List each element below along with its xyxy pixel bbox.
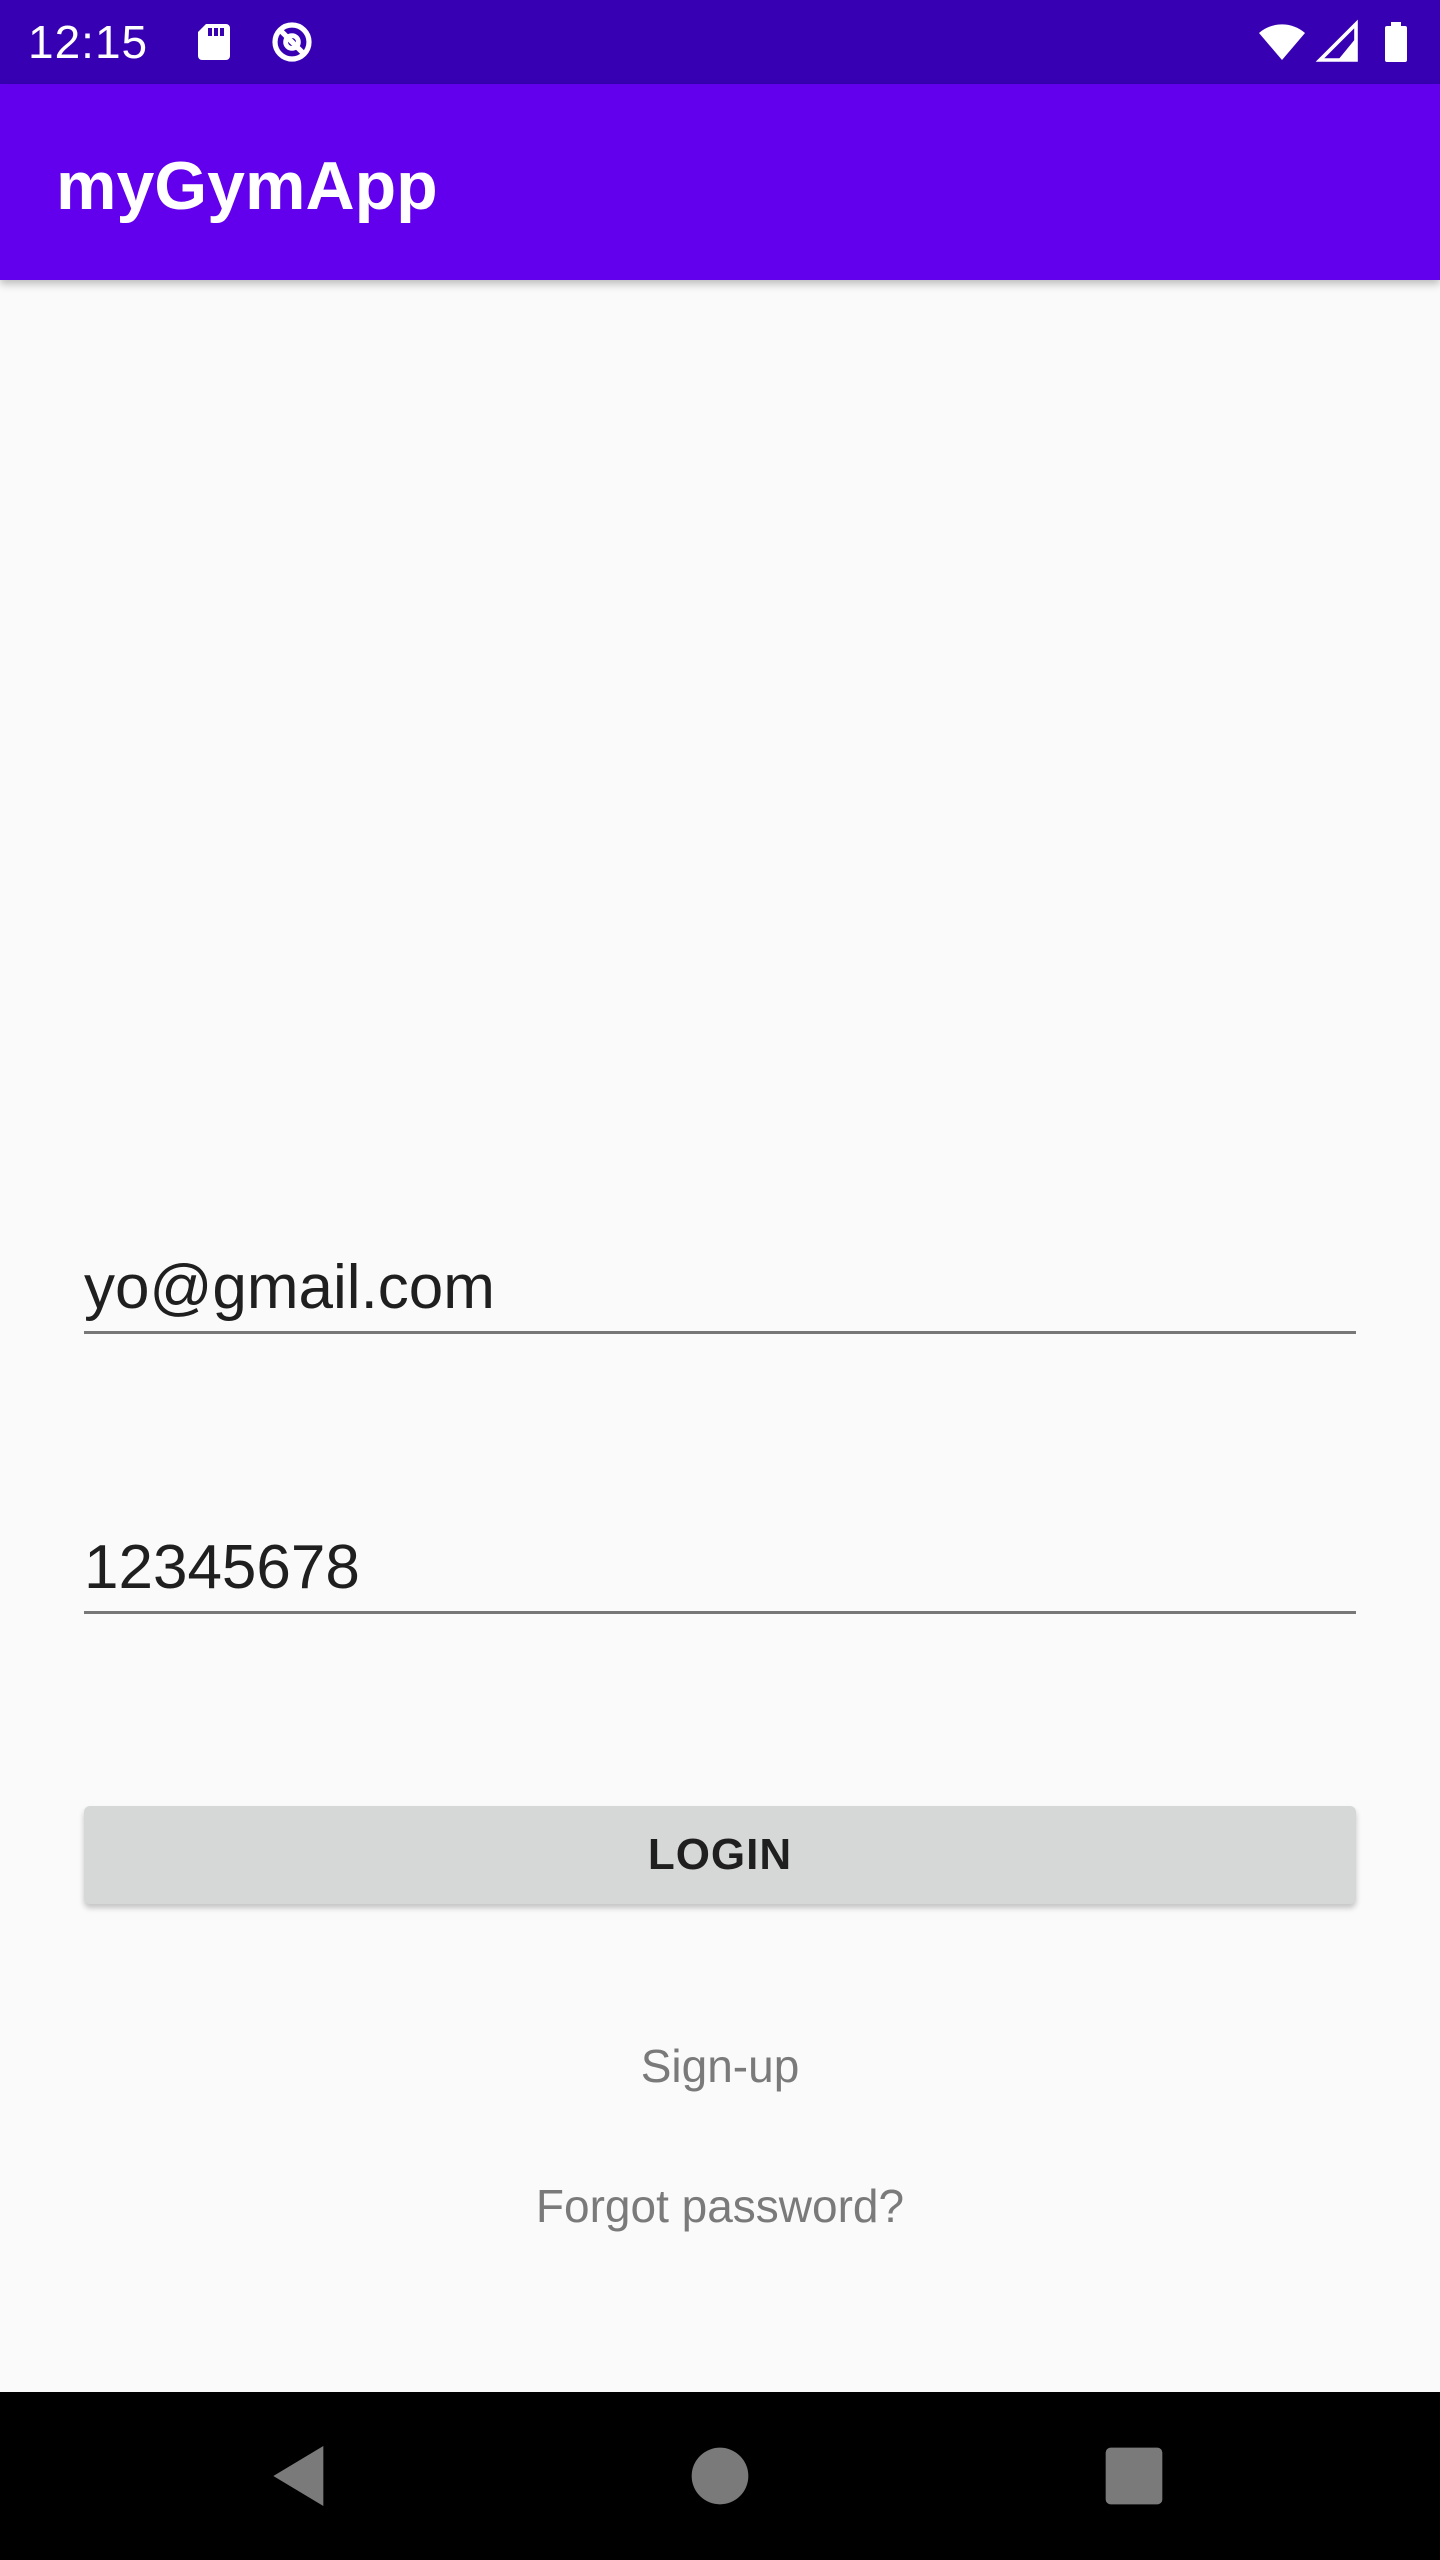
home-icon[interactable] — [680, 2436, 760, 2516]
recents-icon[interactable] — [1094, 2436, 1174, 2516]
login-screen: 12:15 myGymApp LOGIN — [0, 0, 1440, 2560]
signup-link[interactable]: Sign-up — [0, 2038, 1440, 2094]
app-title: myGymApp — [56, 148, 438, 224]
app-bar: myGymApp — [0, 84, 1440, 280]
navigation-bar — [0, 2392, 1440, 2560]
email-field[interactable] — [84, 1244, 1356, 1334]
status-time: 12:15 — [28, 16, 149, 68]
back-icon[interactable] — [260, 2436, 340, 2516]
password-field[interactable] — [84, 1524, 1356, 1614]
status-bar: 12:15 — [0, 0, 1440, 84]
cellular-signal-icon — [1314, 18, 1362, 66]
login-button[interactable]: LOGIN — [84, 1806, 1356, 1904]
battery-icon — [1372, 18, 1420, 66]
forgot-password-link[interactable]: Forgot password? — [0, 2178, 1440, 2234]
sd-card-icon — [190, 18, 238, 66]
data-saver-icon — [268, 18, 316, 66]
wifi-icon — [1258, 18, 1306, 66]
